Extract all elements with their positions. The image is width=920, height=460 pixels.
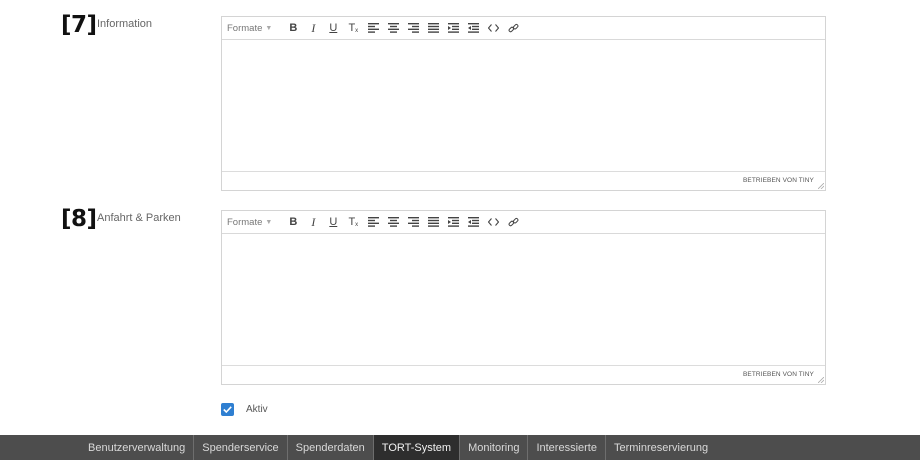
resize-handle-icon[interactable]	[818, 377, 824, 383]
align-left-icon	[367, 217, 379, 227]
align-right-icon	[407, 23, 419, 33]
aktiv-checkbox-row[interactable]: Aktiv	[221, 403, 268, 416]
format-dropdown-label: Formate	[227, 216, 263, 228]
format-dropdown[interactable]: Formate ▼	[227, 17, 280, 39]
indent-button[interactable]	[464, 213, 482, 231]
align-center-icon	[387, 217, 399, 227]
clear-formatting-icon: T	[348, 216, 356, 228]
italic-button[interactable]: I	[304, 213, 322, 231]
rich-text-editor-information[interactable]: Formate ▼ B I U Tx BETRIEBEN VON TINY	[221, 16, 826, 191]
resize-handle-icon[interactable]	[818, 183, 824, 189]
align-left-button[interactable]	[364, 213, 382, 231]
chevron-down-icon: ▼	[265, 24, 273, 32]
nav-item-spenderdaten[interactable]: Spenderdaten	[288, 435, 374, 460]
nav-item-terminreservierung[interactable]: Terminreservierung	[606, 435, 716, 460]
aktiv-checkbox[interactable]	[221, 403, 234, 416]
align-justify-button[interactable]	[424, 19, 442, 37]
editor-statusbar: BETRIEBEN VON TINY	[222, 365, 825, 384]
nav-item-tort-system[interactable]: TORT-System	[373, 435, 461, 460]
nav-item-spenderservice[interactable]: Spenderservice	[194, 435, 288, 460]
insert-link-button[interactable]	[504, 213, 522, 231]
powered-by-text: BETRIEBEN VON TINY	[742, 371, 814, 378]
align-right-button[interactable]	[404, 213, 422, 231]
indent-icon	[467, 23, 479, 33]
editor-content-area[interactable]	[222, 40, 825, 171]
source-code-button[interactable]	[484, 19, 502, 37]
rich-text-editor-anfahrt-parken[interactable]: Formate ▼ B I U Tx BETRIEBEN VON TINY	[221, 210, 826, 385]
align-left-button[interactable]	[364, 19, 382, 37]
outdent-button[interactable]	[444, 19, 462, 37]
nav-item-benutzerverwaltung[interactable]: Benutzerverwaltung	[80, 435, 195, 460]
clear-formatting-button[interactable]: Tx	[344, 213, 362, 231]
align-right-button[interactable]	[404, 19, 422, 37]
checkmark-icon	[223, 406, 232, 413]
field-label-information: Information	[97, 18, 153, 30]
underline-button[interactable]: U	[324, 213, 342, 231]
align-justify-button[interactable]	[424, 213, 442, 231]
align-justify-icon	[427, 217, 439, 227]
clear-formatting-button[interactable]: Tx	[344, 19, 362, 37]
italic-button[interactable]: I	[304, 19, 322, 37]
code-icon	[487, 24, 499, 32]
field-label-anfahrt-parken: Anfahrt & Parken	[97, 212, 181, 224]
nav-item-interessierte[interactable]: Interessierte	[528, 435, 606, 460]
insert-link-button[interactable]	[504, 19, 522, 37]
align-center-button[interactable]	[384, 213, 402, 231]
underline-button[interactable]: U	[324, 19, 342, 37]
format-dropdown[interactable]: Formate ▼	[227, 211, 280, 233]
editor-toolbar: Formate ▼ B I U Tx	[222, 211, 825, 234]
chevron-down-icon: ▼	[265, 218, 273, 226]
code-icon	[487, 218, 499, 226]
bold-button[interactable]: B	[284, 19, 302, 37]
align-left-icon	[367, 23, 379, 33]
bottom-navigation-bar: Benutzerverwaltung Spenderservice Spende…	[0, 435, 920, 460]
link-icon	[508, 23, 519, 32]
field-marker: [8]	[61, 206, 97, 232]
editor-toolbar: Formate ▼ B I U Tx	[222, 17, 825, 40]
field-marker: [7]	[61, 12, 97, 38]
clear-formatting-icon: T	[348, 22, 356, 34]
nav-item-monitoring[interactable]: Monitoring	[460, 435, 529, 460]
outdent-button[interactable]	[444, 213, 462, 231]
align-justify-icon	[427, 23, 439, 33]
editor-statusbar: BETRIEBEN VON TINY	[222, 171, 825, 190]
indent-button[interactable]	[464, 19, 482, 37]
editor-content-area[interactable]	[222, 234, 825, 365]
indent-icon	[467, 217, 479, 227]
align-center-button[interactable]	[384, 19, 402, 37]
format-dropdown-label: Formate	[227, 22, 263, 34]
source-code-button[interactable]	[484, 213, 502, 231]
outdent-icon	[447, 23, 459, 33]
powered-by-text: BETRIEBEN VON TINY	[742, 177, 814, 184]
bold-button[interactable]: B	[284, 213, 302, 231]
align-center-icon	[387, 23, 399, 33]
link-icon	[508, 217, 519, 226]
aktiv-checkbox-label: Aktiv	[246, 404, 268, 415]
outdent-icon	[447, 217, 459, 227]
align-right-icon	[407, 217, 419, 227]
